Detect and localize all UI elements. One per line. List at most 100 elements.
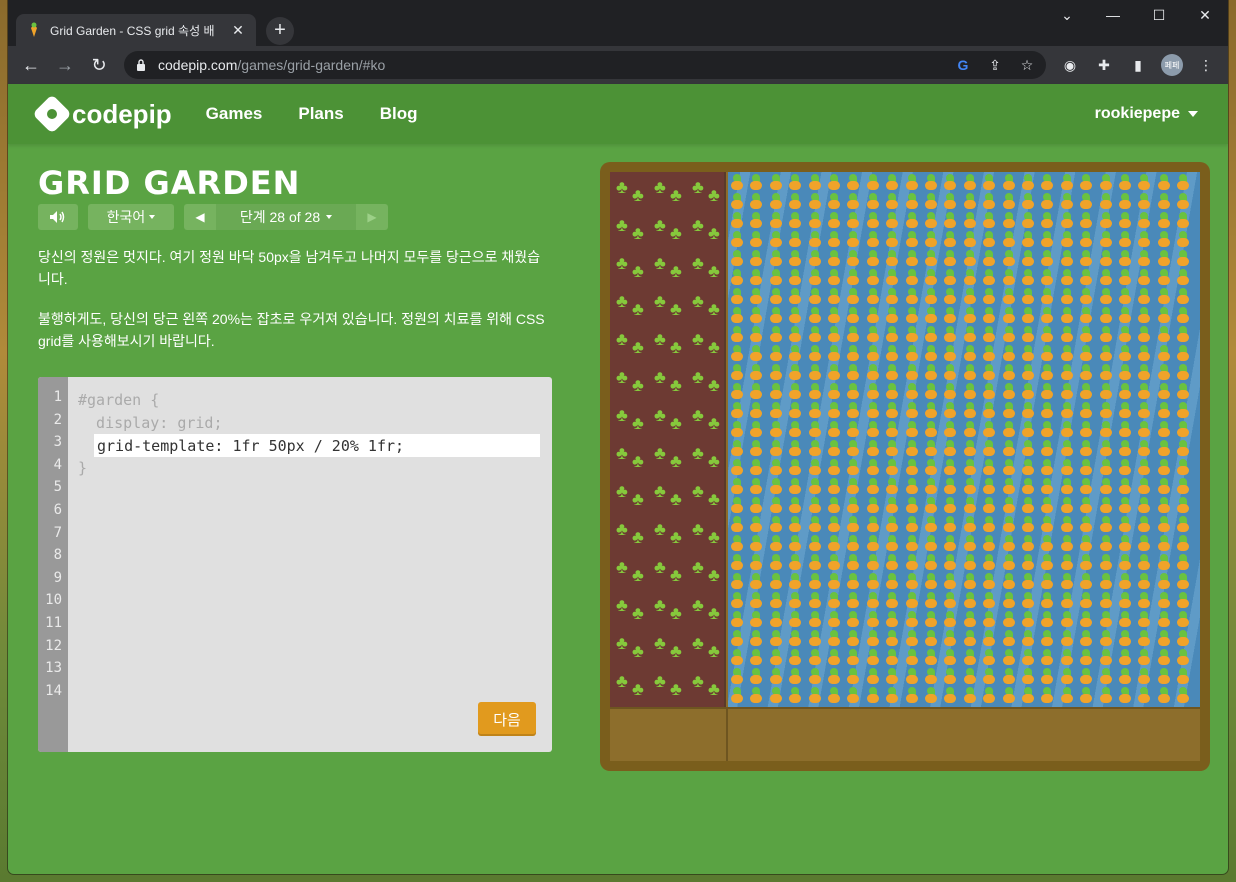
profile-avatar[interactable]: 페페 (1158, 51, 1186, 79)
carrot-icon (1157, 231, 1171, 249)
carrot-icon (982, 668, 996, 686)
browser-tab[interactable]: Grid Garden - CSS grid 속성 배 ✕ (16, 14, 256, 46)
reload-icon[interactable]: ↻ (84, 50, 114, 80)
next-level-icon[interactable]: ▶ (356, 204, 388, 230)
carrot-icon (1157, 421, 1171, 439)
next-button[interactable]: 다음 (478, 702, 536, 736)
tab-search-icon[interactable]: ⌄ (1044, 0, 1090, 30)
carrot-icon (1176, 478, 1190, 496)
carrot-icon (846, 630, 860, 648)
carrot-icon (905, 592, 919, 610)
new-tab-button[interactable]: + (266, 17, 294, 45)
carrot-icon (885, 630, 899, 648)
carrot-icon (846, 364, 860, 382)
share-icon[interactable]: ⇪ (986, 57, 1004, 74)
carrot-icon (1021, 459, 1035, 477)
menu-kebab-icon[interactable]: ⋮ (1192, 51, 1220, 79)
carrot-icon (846, 649, 860, 667)
carrot-icon (769, 630, 783, 648)
carrot-icon (1079, 364, 1093, 382)
codepip-logo-icon (32, 94, 72, 134)
weed-icon: ♣ (654, 633, 666, 653)
carrot-icon (749, 592, 763, 610)
carrot-icon (730, 288, 744, 306)
carrot-icon (730, 364, 744, 382)
camera-icon[interactable]: ◉ (1056, 51, 1084, 79)
google-icon[interactable]: G (954, 57, 972, 73)
carrot-icon (1002, 345, 1016, 363)
carrot-icon (982, 250, 996, 268)
side-panel-icon[interactable]: ▮ (1124, 51, 1152, 79)
carrot-icon (1157, 383, 1171, 401)
carrot-icon (1137, 288, 1151, 306)
carrot-icon (963, 421, 977, 439)
carrot-icon (1040, 497, 1054, 515)
carrot-icon (808, 497, 822, 515)
carrot-icon (924, 364, 938, 382)
level-navigator: ◀ 단계 28 of 28 ▶ (184, 204, 388, 230)
carrot-icon (808, 421, 822, 439)
carrot-icon (1099, 611, 1113, 629)
carrot-icon (1118, 402, 1132, 420)
carrot-icon (924, 573, 938, 591)
carrot-icon (749, 459, 763, 477)
minimize-icon[interactable]: — (1090, 0, 1136, 30)
weed-icon: ♣ (692, 519, 704, 539)
weed-icon: ♣ (692, 633, 704, 653)
carrot-icon (1079, 668, 1093, 686)
user-menu[interactable]: rookiepepe (1095, 105, 1198, 123)
carrot-icon (963, 345, 977, 363)
back-icon[interactable]: ← (16, 50, 46, 80)
carrot-icon (1079, 535, 1093, 553)
carrot-icon (1157, 573, 1171, 591)
bookmark-star-icon[interactable]: ☆ (1018, 57, 1036, 74)
nav-blog[interactable]: Blog (380, 104, 418, 124)
carrot-icon (769, 326, 783, 344)
css-code-input[interactable] (94, 434, 540, 458)
level-select[interactable]: 단계 28 of 28 (216, 204, 356, 230)
previous-level-icon[interactable]: ◀ (184, 204, 216, 230)
carrot-icon (982, 364, 996, 382)
carrot-icon (943, 364, 957, 382)
carrot-icon (1157, 554, 1171, 572)
weed-icon: ♣ (708, 489, 720, 509)
maximize-icon[interactable]: ☐ (1136, 0, 1182, 30)
forward-icon[interactable]: → (50, 50, 80, 80)
carrot-icon (963, 307, 977, 325)
carrot-icon (943, 231, 957, 249)
address-bar[interactable]: codepip.com/games/grid-garden/#ko G ⇪ ☆ (124, 51, 1046, 79)
carrot-icon (788, 592, 802, 610)
carrot-icon (788, 573, 802, 591)
carrot-icon (788, 497, 802, 515)
carrot-icon (846, 478, 860, 496)
carrot-icon (808, 554, 822, 572)
carrot-icon (827, 592, 841, 610)
window-close-icon[interactable]: ✕ (1182, 0, 1228, 30)
url-text[interactable]: codepip.com/games/grid-garden/#ko (158, 57, 944, 73)
carrot-icon (963, 326, 977, 344)
language-select[interactable]: 한국어 (88, 204, 174, 230)
carrot-icon (827, 364, 841, 382)
nav-plans[interactable]: Plans (298, 104, 343, 124)
sound-toggle-button[interactable] (38, 204, 78, 230)
carrot-icon (1060, 573, 1074, 591)
lock-icon[interactable] (134, 58, 148, 72)
carrot-icon (730, 573, 744, 591)
carrot-icon (1002, 630, 1016, 648)
nav-games[interactable]: Games (206, 104, 263, 124)
carrot-icon (1040, 250, 1054, 268)
carrot-icon (1137, 440, 1151, 458)
extensions-puzzle-icon[interactable]: ✚ (1090, 51, 1118, 79)
weed-icon: ♣ (632, 185, 644, 205)
codepip-logo[interactable]: codepip (32, 94, 172, 134)
tab-close-icon[interactable]: ✕ (230, 22, 246, 39)
carrot-icon (866, 687, 880, 705)
weed-icon: ♣ (632, 299, 644, 319)
carrot-icon (808, 250, 822, 268)
carrot-icon (982, 307, 996, 325)
carrot-icon (1099, 269, 1113, 287)
carrot-favicon-icon (26, 22, 42, 38)
carrots-area (728, 172, 1200, 707)
carrot-icon (943, 611, 957, 629)
carrot-icon (943, 269, 957, 287)
